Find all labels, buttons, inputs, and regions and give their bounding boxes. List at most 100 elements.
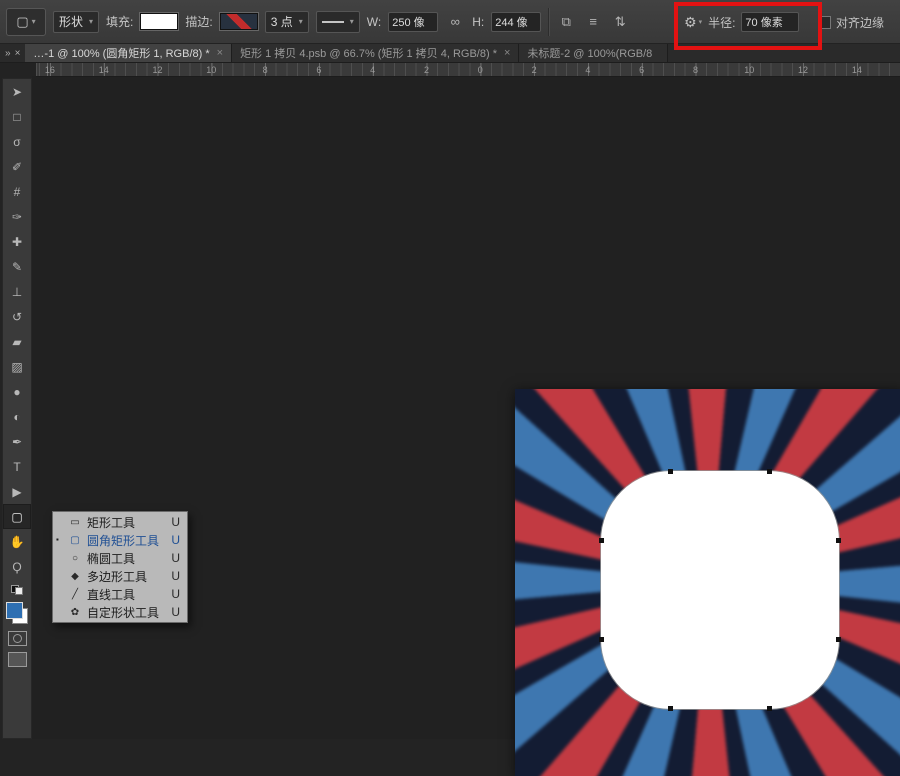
stroke-color-swatch[interactable] [220,13,258,30]
type-tool[interactable]: T [3,454,31,479]
tool-preset-button[interactable]: ▢ ▾ [6,8,46,36]
dodge-tool[interactable]: ◐ [3,404,31,429]
ruler-labels: 16141210864202468101214 [36,63,884,76]
blur-tool[interactable]: ● [3,379,31,404]
align-edges-checkbox[interactable] [818,16,831,29]
move-tool[interactable]: ➤ [3,79,31,104]
stroke-width-value: 3 点 [271,13,293,30]
anchor-point[interactable] [599,538,604,543]
healing-brush-tool[interactable]: ✚ [3,229,31,254]
marquee-tool[interactable]: □ [3,104,31,129]
ruler-number: 10 [722,65,776,75]
tool-mode-value: 形状 [59,13,83,30]
menu-item-line-tool[interactable]: ╱ 直线工具 U [54,585,186,603]
shape-icon: ╱ [68,589,82,600]
shape-tool-flyout-menu: ▭ 矩形工具 U ▢ 圆角矩形工具 U ○ 椭圆工具 U ◆ 多边形工具 U ╱… [52,511,188,623]
fill-color-swatch[interactable] [140,13,178,30]
tool-icon: ✐ [12,160,22,174]
tab-document-3[interactable]: 未标题-2 @ 100%(RGB/8 [519,44,668,62]
close-icon[interactable]: × [15,48,21,59]
eyedropper-tool[interactable]: ✑ [3,204,31,229]
clone-stamp-tool[interactable]: ⊥ [3,279,31,304]
path-arrange-icon[interactable]: ⇅ [610,12,630,32]
menu-item-rounded-rectangle-tool[interactable]: ▢ 圆角矩形工具 U [54,531,186,549]
anchor-point[interactable] [836,637,841,642]
link-dimensions-icon[interactable]: ∞ [445,12,465,32]
lasso-tool[interactable]: σ [3,129,31,154]
canvas-area [32,76,900,739]
menu-item-shortcut: U [171,533,180,547]
menu-item-ellipse-tool[interactable]: ○ 椭圆工具 U [54,549,186,567]
crop-tool[interactable]: # [3,179,31,204]
ruler-number: 4 [346,65,400,75]
foreground-color-swatch[interactable] [6,602,23,619]
tool-icon: ✋ [10,535,25,549]
anchor-point[interactable] [767,706,772,711]
collapse-panels-icon[interactable]: » [5,48,11,59]
menu-item-custom-shape-tool[interactable]: ✿ 自定形状工具 U [54,603,186,621]
document-canvas[interactable] [515,389,900,776]
stroke-line-icon [322,21,344,23]
stroke-label: 描边: [185,13,212,30]
chevron-down-icon: ▾ [89,17,93,26]
toolbar-extras [5,585,29,667]
ruler-number: 8 [669,65,723,75]
shape-icon: ▭ [68,517,82,528]
horizontal-ruler[interactable]: 16141210864202468101214 [36,63,900,77]
screen-mode-icon[interactable] [8,652,27,667]
zoom-tool[interactable]: Ϙ [3,554,31,579]
tab-title: …-1 @ 100% (圆角矩形 1, RGB/8) * [33,45,209,61]
anchor-point[interactable] [668,706,673,711]
tool-icon: σ [13,135,20,149]
height-input[interactable] [491,12,541,32]
anchor-point[interactable] [767,469,772,474]
shape-icon: ○ [68,553,82,564]
menu-item-rectangle-tool[interactable]: ▭ 矩形工具 U [54,513,186,531]
tool-icon: ↺ [12,310,22,324]
hand-tool[interactable]: ✋ [3,529,31,554]
radius-input[interactable] [741,12,799,32]
tool-mode-select[interactable]: 形状 ▾ [53,11,99,33]
quick-mask-icon[interactable] [8,631,27,646]
tool-icon: ◐ [13,410,20,424]
rounded-rectangle-shape[interactable] [601,471,839,709]
menu-item-label: 椭圆工具 [87,550,166,567]
ruler-number: 16 [36,65,77,75]
width-label: W: [367,15,381,29]
tab-close-icon[interactable]: × [217,47,223,59]
tab-document-1[interactable]: …-1 @ 100% (圆角矩形 1, RGB/8) * × [25,44,232,62]
menu-item-polygon-tool[interactable]: ◆ 多边形工具 U [54,567,186,585]
anchor-point[interactable] [599,637,604,642]
path-selection-tool[interactable]: ▶ [3,479,31,504]
chevron-down-icon: ▾ [699,18,703,26]
anchor-point[interactable] [836,538,841,543]
default-colors-icon[interactable] [11,585,23,595]
fill-label: 填充: [106,13,133,30]
tool-icon: T [13,460,20,474]
brush-tool[interactable]: ✎ [3,254,31,279]
tab-document-2[interactable]: 矩形 1 拷贝 4.psb @ 66.7% (矩形 1 拷贝 4, RGB/8)… [232,44,519,62]
gradient-tool[interactable]: ▨ [3,354,31,379]
tab-close-icon[interactable]: × [504,47,510,59]
ruler-number: 2 [507,65,561,75]
anchor-point[interactable] [668,469,673,474]
stroke-width-select[interactable]: 3 点 ▾ [265,11,309,33]
width-input[interactable] [388,12,438,32]
menu-item-shortcut: U [171,605,180,619]
history-brush-tool[interactable]: ↺ [3,304,31,329]
shape-tool[interactable]: ▢ [3,504,31,529]
stroke-type-select[interactable]: ▾ [316,11,360,33]
path-alignment-icon[interactable]: ≡ [583,12,603,32]
ruler-number: 10 [184,65,238,75]
menu-item-shortcut: U [171,587,180,601]
ruler-number: 6 [292,65,346,75]
document-tab-bar: » × …-1 @ 100% (圆角矩形 1, RGB/8) * × 矩形 1 … [0,44,900,63]
quick-selection-tool[interactable]: ✐ [3,154,31,179]
geometry-options-button[interactable]: ⚙ ▾ [684,14,702,31]
pen-tool[interactable]: ✒ [3,429,31,454]
path-operations-icon[interactable]: ⧉ [556,12,576,32]
color-wells [5,601,29,625]
chevron-down-icon: ▾ [350,17,354,26]
ruler-number: 12 [131,65,185,75]
eraser-tool[interactable]: ▰ [3,329,31,354]
